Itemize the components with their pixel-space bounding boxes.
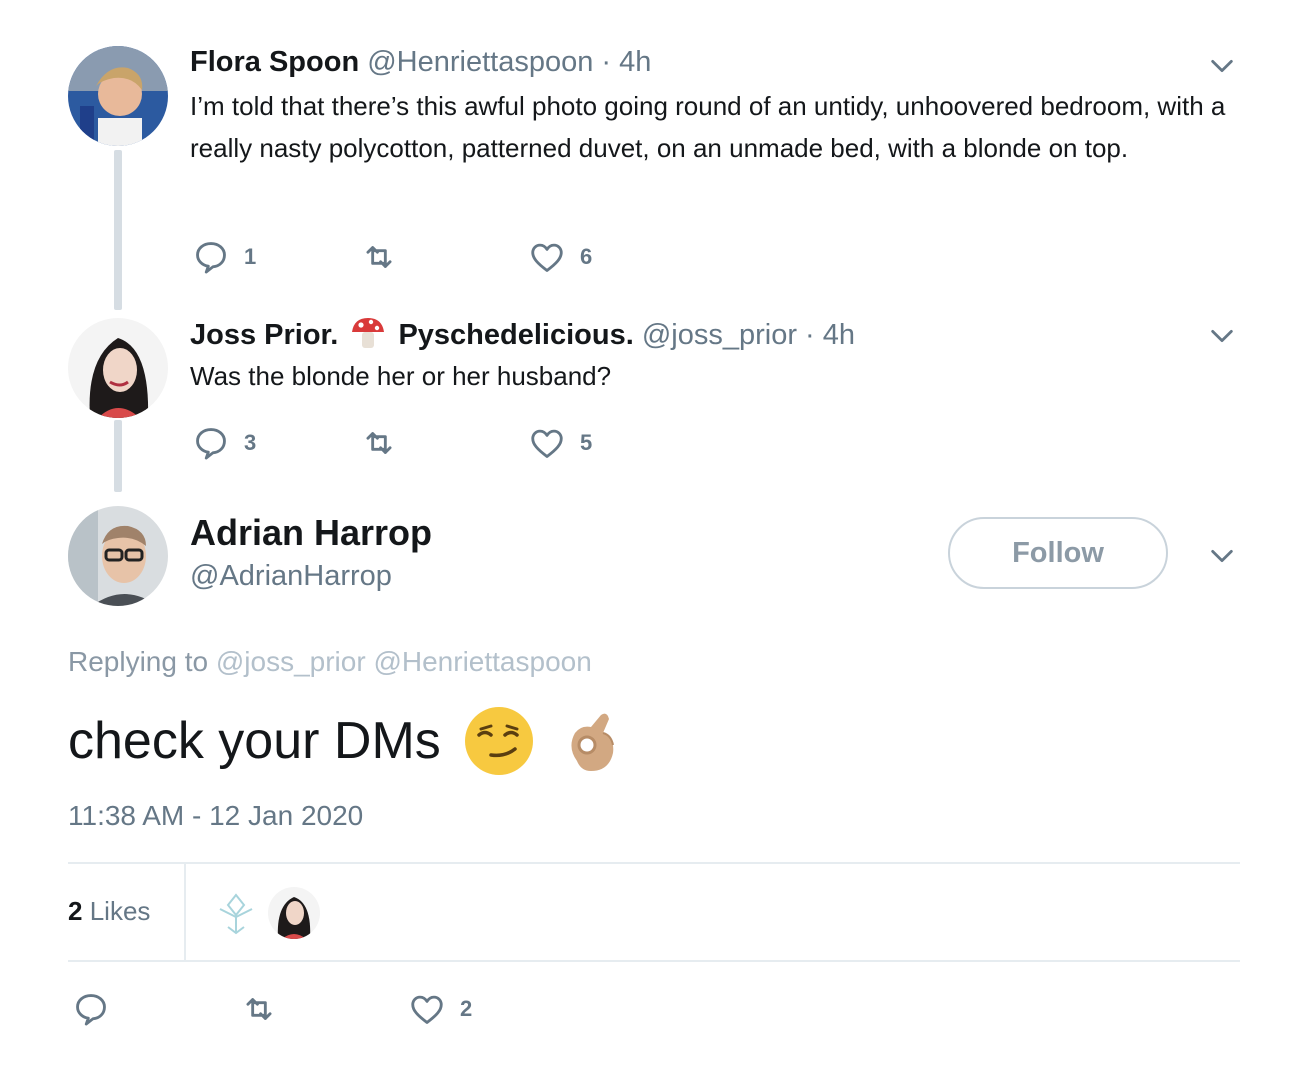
liker-avatar[interactable]: [268, 887, 320, 939]
tweet-text: check your DMs: [68, 712, 441, 770]
replying-to: Replying to @joss_prior @Henriettaspoon: [68, 646, 592, 678]
reply-count: 1: [244, 244, 257, 269]
reply-icon: [76, 994, 106, 1026]
tweet-text: Was the blonde her or her husband?: [190, 361, 612, 391]
chevron-down-icon[interactable]: [1208, 542, 1236, 570]
smirking-face-icon: [463, 705, 535, 777]
retweet-button[interactable]: [360, 424, 412, 462]
likes-summary[interactable]: 2 Likes: [68, 896, 150, 927]
main-tweet-text: check your DMs: [68, 705, 629, 777]
replying-prefix: Replying to: [68, 646, 209, 677]
like-count: 6: [580, 244, 593, 269]
avatar[interactable]: [68, 506, 168, 606]
separator: ·: [805, 319, 815, 351]
tweet-time[interactable]: 4h: [823, 319, 855, 351]
tweet-header: Flora Spoon @Henriettaspoon · 4h: [190, 46, 651, 79]
chevron-down-icon[interactable]: [1208, 52, 1236, 80]
tweet-text: I’m told that there’s this awful photo g…: [190, 91, 1226, 163]
thread-line: [114, 420, 122, 492]
reply-icon: [196, 428, 226, 460]
liker-avatar[interactable]: [210, 887, 262, 939]
like-button[interactable]: 5: [528, 424, 592, 462]
thread-line: [114, 150, 122, 310]
reply-count: 3: [244, 430, 257, 455]
replying-mentions[interactable]: @joss_prior @Henriettaspoon: [216, 646, 592, 677]
avatar[interactable]: [68, 46, 168, 146]
reply-button[interactable]: 3: [192, 424, 256, 462]
author-handle[interactable]: @AdrianHarrop: [190, 560, 392, 593]
retweet-button[interactable]: [360, 238, 412, 276]
author-handle[interactable]: @Henriettaspoon: [367, 46, 593, 78]
divider: [68, 862, 1240, 864]
like-button[interactable]: 6: [528, 238, 592, 276]
retweet-icon: [246, 998, 272, 1020]
retweet-icon: [366, 246, 392, 268]
author-name[interactable]: Adrian Harrop: [190, 512, 432, 554]
mushroom-icon: [350, 316, 386, 350]
like-count: 2: [460, 996, 473, 1021]
author-name[interactable]: Flora Spoon: [190, 46, 359, 78]
reply-icon: [196, 242, 226, 274]
author-name[interactable]: Joss Prior.: [190, 319, 338, 351]
author-handle[interactable]: @joss_prior: [642, 319, 797, 351]
tweet-time[interactable]: 4h: [619, 46, 651, 78]
divider: [184, 864, 186, 962]
like-button[interactable]: 2: [408, 990, 472, 1028]
divider: [68, 960, 1240, 962]
like-count: 5: [580, 430, 593, 455]
chevron-down-icon[interactable]: [1208, 322, 1236, 350]
separator: ·: [601, 46, 612, 78]
author-name-suffix[interactable]: Pyschedelicious.: [398, 319, 633, 351]
likes-label: Likes: [89, 896, 151, 926]
retweet-icon: [366, 432, 392, 454]
likes-count: 2: [68, 896, 83, 926]
retweet-button[interactable]: [240, 990, 292, 1028]
reply-button[interactable]: [72, 990, 124, 1028]
reply-button[interactable]: 1: [192, 238, 256, 276]
heart-icon: [411, 995, 443, 1024]
heart-icon: [531, 243, 563, 272]
heart-icon: [531, 429, 563, 458]
tweet-timestamp[interactable]: 11:38 AM - 12 Jan 2020: [68, 800, 363, 832]
tweet-header: Joss Prior. Pyschedelicious. @joss_prior…: [190, 316, 855, 352]
avatar[interactable]: [68, 318, 168, 418]
ok-hand-icon: [557, 705, 629, 777]
follow-button[interactable]: Follow: [948, 517, 1168, 589]
